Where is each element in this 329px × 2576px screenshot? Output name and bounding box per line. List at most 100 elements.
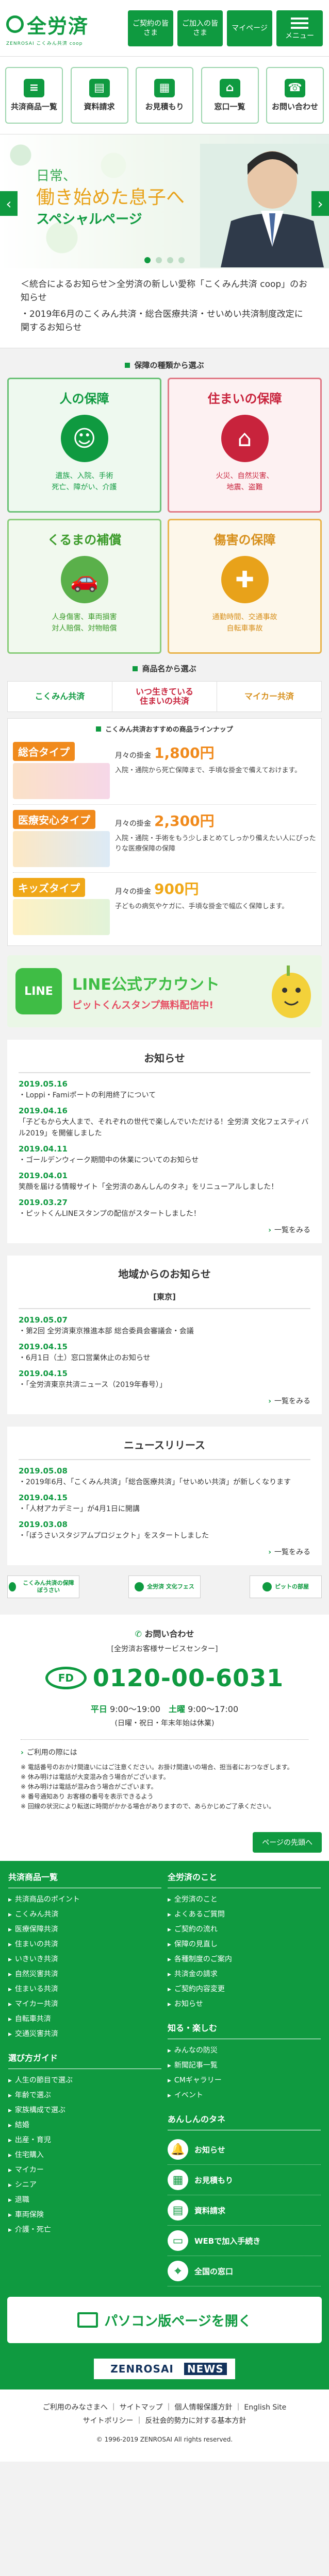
news-more-link[interactable]: 一覧をみる	[19, 1225, 310, 1235]
news-item[interactable]: 2019.04.15 ・6月1日（土）窓口営業休止のお知らせ	[19, 1342, 310, 1364]
sitemap-link[interactable]: 年齢で選ぶ	[8, 2088, 161, 2103]
notice-link[interactable]: ・2019年6月のこくみん共済・総合医療共済・せいめい共済制度改定に関するお知ら…	[21, 309, 303, 333]
sitemap-link[interactable]: 各種制度のご案内	[168, 1952, 321, 1967]
icon-row-label: お知らせ	[194, 2145, 225, 2155]
sitemap-link[interactable]: 家族構成で選ぶ	[8, 2103, 161, 2118]
notice-link[interactable]: ＜統合によるお知らせ＞全労済の新しい愛称「こくみん共済 coop」のお知らせ	[21, 279, 307, 303]
nav-estimate[interactable]: ▦ お見積もり	[136, 67, 193, 124]
banner-culture-fes[interactable]: 全労済 文化フェス	[128, 1575, 201, 1598]
tab-label: いつ生きている 住まいの共済	[135, 687, 193, 706]
footer-web-apply-link[interactable]: ▭ WEBで加入手続き	[168, 2226, 321, 2256]
news-item[interactable]: 2019.04.16 「子どもから大人まで、それぞれの世代で楽しんでいただける！全…	[19, 1106, 310, 1139]
nav-brochure-request[interactable]: ▤ 資料請求	[70, 67, 128, 124]
sitemap-link[interactable]: こくみん共済	[8, 1907, 161, 1922]
plan-item[interactable]: 総合タイプ 月々の掛金 1,800円 入院・通院から死亡保障まで、手頃な掛金で備えて…	[13, 737, 316, 805]
coverage-card-people[interactable]: 人の保障 ☺ 遺族、入院、手術 死亡、障がい、介護	[7, 378, 161, 513]
coverage-card-car[interactable]: くるまの補償 🚗 人身傷害、車両損害 対人賠償、対物賠償	[7, 519, 161, 654]
tab-mycar[interactable]: マイカー共済	[217, 682, 321, 711]
sitemap-link[interactable]: 自転車共済	[8, 2012, 161, 2027]
footer-office-link[interactable]: ⌖ 全国の窓口	[168, 2256, 321, 2286]
news-item[interactable]: 2019.05.07 ・第2回 全労済東京推進本部 総合委員会審議会・会議	[19, 1315, 310, 1337]
sitemap-link[interactable]: 住宅購入	[8, 2148, 161, 2163]
contract-holder-button[interactable]: ご契約の皆さま	[128, 10, 173, 46]
contact-notice-link[interactable]: ご利用の際には	[27, 1749, 77, 1757]
news-item[interactable]: 2019.04.01 笑顔を届ける情報サイト「全労済のあんしんのタネ」をリニューア…	[19, 1171, 310, 1193]
news-item[interactable]: 2019.04.15 ・「全労済東京共済ニュース（2019年春号）」	[19, 1369, 310, 1391]
hero-dot[interactable]	[156, 257, 162, 263]
footer-links[interactable]: ご利用のみなさまへ ｜ サイトマップ ｜ 個人情報保護方針 ｜ English …	[7, 2401, 322, 2414]
news-item[interactable]: 2019.03.08 ・「ぼうさいスタジアムプロジェクト」をスタートしました	[19, 1520, 310, 1541]
sitemap-link[interactable]: 結婚	[8, 2118, 161, 2133]
pc-view-button[interactable]: パソコン版ページを開く	[7, 2297, 322, 2343]
sitemap-link[interactable]: お知らせ	[168, 1997, 321, 2012]
news-item[interactable]: 2019.05.08 ・2019年6月、「こくみん共済」「総合医療共済」「せいめい…	[19, 1466, 310, 1488]
sitemap-link[interactable]: マイカー	[8, 2163, 161, 2178]
sitemap-link[interactable]: ご契約内容変更	[168, 1982, 321, 1997]
sitemap-link[interactable]: みんなの防災	[168, 2043, 321, 2058]
coverage-card-home[interactable]: 住まいの保障 ⌂ 火災、自然災害、 地震、盗難	[168, 378, 322, 513]
footer-brochure-link[interactable]: ▤ 資料請求	[168, 2195, 321, 2226]
site-logo[interactable]: 全労済 ZENROSAI こくみん共済 coop	[6, 10, 109, 46]
sitemap-heading[interactable]: 選び方ガイド	[8, 2042, 161, 2069]
hero-prev-arrow[interactable]: ‹	[0, 191, 18, 216]
sitemap-link[interactable]: いきいき共済	[8, 1952, 161, 1967]
line-banner[interactable]: LINE LINE公式アカウント ピットくんスタンプ無料配信中!	[7, 955, 322, 1027]
sitemap-link[interactable]: 交通災害共済	[8, 2027, 161, 2042]
sitemap-link[interactable]: 介護・死亡	[8, 2223, 161, 2238]
hero-dot[interactable]	[144, 257, 151, 263]
menu-button[interactable]: メニュー	[276, 10, 323, 46]
sitemap-link[interactable]: 住まいの共済	[8, 1937, 161, 1952]
news-item[interactable]: 2019.04.15 ・「人材アカデミー」が4月1日に開講	[19, 1493, 310, 1515]
hero-dot[interactable]	[178, 257, 185, 263]
member-button[interactable]: ご加入の皆さま	[177, 10, 223, 46]
tab-sumai[interactable]: いつ生きている 住まいの共済	[112, 682, 217, 711]
footer-news-link[interactable]: 🔔 お知らせ	[168, 2134, 321, 2165]
news-item[interactable]: 2019.05.16 ・Loppi・Famiポートの利用終了について	[19, 1079, 310, 1101]
hero-next-arrow[interactable]: ›	[311, 191, 329, 216]
banner-pit-room[interactable]: ピットの部屋	[250, 1575, 322, 1598]
news-item[interactable]: 2019.03.27 ・ピットくんLINEスタンプの配信がスタートしました！	[19, 1198, 310, 1219]
tab-kokumin[interactable]: こくみん共済	[8, 682, 112, 711]
sitemap-link[interactable]: 共済金の請求	[168, 1967, 321, 1982]
news-item[interactable]: 2019.04.11 ・ゴールデンウィーク期間中の休業についてのお知らせ	[19, 1144, 310, 1166]
plan-item[interactable]: 医療安心タイプ 月々の掛金 2,300円 入院・通院・手術をもう少しまとめてしっかり…	[13, 805, 316, 873]
sitemap-heading[interactable]: 共済商品一覧	[8, 1861, 161, 1888]
sitemap-link[interactable]: 新聞記事一覧	[168, 2058, 321, 2073]
sitemap-link[interactable]: 退職	[8, 2193, 161, 2208]
back-to-top-button[interactable]: ページの先頭へ	[253, 1832, 322, 1853]
sitemap-link[interactable]: 出産・育児	[8, 2133, 161, 2148]
coverage-card-injury[interactable]: 傷害の保障 ✚ 通勤時間、交通事故 自転車事故	[168, 519, 322, 654]
phone-number-link[interactable]: 0120-00-6031	[93, 1664, 284, 1692]
sitemap-link[interactable]: 住まいる共済	[8, 1982, 161, 1997]
sitemap-link[interactable]: 保障の見直し	[168, 1937, 321, 1952]
nav-product-list[interactable]: ≡ 共済商品一覧	[5, 67, 63, 124]
sitemap-heading[interactable]: 全労済のこと	[168, 1861, 321, 1888]
sitemap-link[interactable]: ご契約の流れ	[168, 1922, 321, 1937]
nav-label: 資料請求	[84, 102, 115, 111]
sitemap-link[interactable]: 医療保障共済	[8, 1922, 161, 1937]
plan-item[interactable]: キッズタイプ 月々の掛金 900円 子どもの病気やケガに、手頃な掛金で幅広く保障しま…	[13, 873, 316, 940]
footer-estimate-link[interactable]: ▦ お見積もり	[168, 2165, 321, 2195]
local-news-more-link[interactable]: 一覧をみる	[19, 1396, 310, 1406]
sitemap-link[interactable]: マイカー共済	[8, 1997, 161, 2012]
sitemap-link[interactable]: イベント	[168, 2088, 321, 2103]
mypage-button[interactable]: マイページ	[227, 10, 272, 46]
hero-dot[interactable]	[167, 257, 173, 263]
sitemap-link[interactable]: CMギャラリー	[168, 2073, 321, 2088]
release-more-link[interactable]: 一覧をみる	[19, 1547, 310, 1557]
sitemap-link[interactable]: よくあるご質問	[168, 1907, 321, 1922]
sitemap-link[interactable]: 車両保険	[8, 2208, 161, 2223]
sitemap-link[interactable]: シニア	[8, 2178, 161, 2193]
nav-office-list[interactable]: ⌂ 窓口一覧	[201, 67, 259, 124]
hero-carousel[interactable]: 日常、 働き始めた息子へ スペシャルページ ‹ ›	[0, 134, 329, 268]
banner-bousai[interactable]: こくみん共済の保障 ぼうさい	[7, 1575, 79, 1598]
sitemap-link[interactable]: 共済商品のポイント	[8, 1892, 161, 1907]
sitemap-link[interactable]: 人生の節目で選ぶ	[8, 2073, 161, 2088]
notice-block: ＜統合によるお知らせ＞全労済の新しい愛称「こくみん共済 coop」のお知らせ ・…	[0, 268, 329, 348]
sitemap-link[interactable]: 全労済のこと	[168, 1892, 321, 1907]
footer-links-2[interactable]: サイトポリシー ｜ 反社会的勢力に対する基本方針	[7, 2414, 322, 2428]
sitemap-heading[interactable]: 知る・楽しむ	[168, 2012, 321, 2039]
sitemap-link[interactable]: 自然災害共済	[8, 1967, 161, 1982]
nav-contact[interactable]: ☎ お問い合わせ	[266, 67, 324, 124]
sitemap-heading[interactable]: あんしんのタネ	[168, 2103, 321, 2130]
